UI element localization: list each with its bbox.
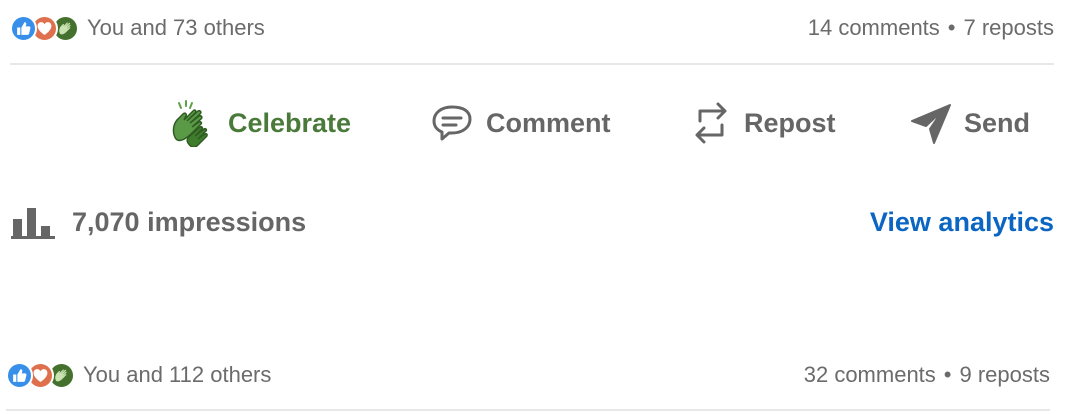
send-label: Send [964, 107, 1031, 138]
social-counts-row: You and 73 others 14 comments • 7 reposts [10, 8, 1054, 48]
impressions-summary: 7,070 impressions [10, 204, 306, 240]
like-reaction-icon [10, 14, 37, 42]
reactions-summary[interactable]: You and 112 others [6, 361, 271, 389]
separator-dot: • [943, 362, 952, 387]
social-counts-row: You and 112 others 32 comments • 9 reposts [6, 355, 1050, 395]
impressions-row: 7,070 impressions View analytics [10, 196, 1054, 248]
comments-count[interactable]: 14 comments [808, 15, 940, 40]
engagement-counts: 14 comments • 7 reposts [808, 15, 1054, 41]
reaction-icons [6, 361, 75, 389]
post-action-bar: Celebrate Comment Repost Send [0, 92, 1070, 154]
impressions-label: 7,070 impressions [72, 206, 307, 237]
comments-count[interactable]: 32 comments [804, 362, 936, 387]
reactions-text[interactable]: You and 112 others [83, 362, 271, 388]
reposts-count[interactable]: 9 reposts [960, 362, 1051, 387]
separator-dot: • [947, 15, 956, 40]
celebrate-button[interactable]: Celebrate [170, 92, 351, 154]
divider [10, 63, 1054, 65]
celebrate-label: Celebrate [228, 107, 352, 138]
reaction-icons [10, 14, 79, 42]
reposts-count[interactable]: 7 reposts [964, 15, 1055, 40]
engagement-counts: 32 comments • 9 reposts [804, 362, 1050, 388]
send-button[interactable]: Send [910, 92, 1030, 154]
reactions-summary[interactable]: You and 73 others [10, 14, 265, 42]
reactions-text[interactable]: You and 73 others [87, 15, 265, 41]
celebrate-icon [172, 100, 208, 147]
divider [6, 409, 1050, 411]
send-icon [911, 104, 951, 144]
repost-icon [695, 102, 727, 144]
comment-label: Comment [486, 107, 611, 138]
repost-button[interactable]: Repost [690, 92, 836, 154]
like-reaction-icon [6, 361, 33, 389]
comment-button[interactable]: Comment [430, 92, 611, 154]
bar-chart-icon [11, 208, 55, 239]
view-analytics-link[interactable]: View analytics [870, 207, 1054, 238]
repost-label: Repost [744, 107, 836, 138]
comment-icon [432, 105, 472, 141]
